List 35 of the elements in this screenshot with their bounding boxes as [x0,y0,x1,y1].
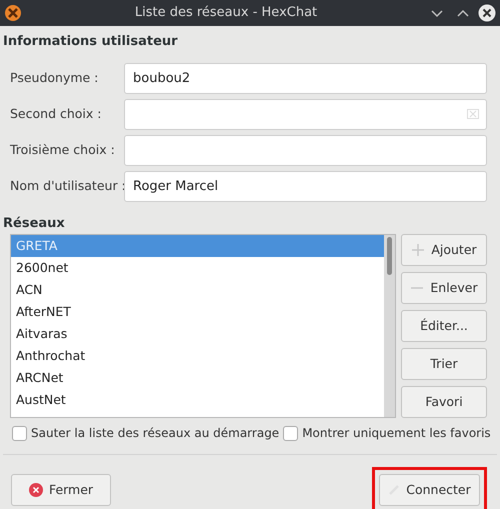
connect-button[interactable]: Connecter [379,474,480,506]
plus-icon [411,243,426,257]
field-label: Troisième choix : [10,141,116,160]
side-button[interactable]: Enlever [401,272,487,304]
side-button[interactable]: Favori [401,386,487,418]
close-button[interactable]: Fermer [11,474,111,506]
side-button[interactable]: Ajouter [401,234,487,266]
network-item[interactable]: AustNet [11,389,384,411]
input-field[interactable]: Roger Marcel [124,171,487,202]
window-title: Liste des réseaux - HexChat [134,4,318,22]
side-button[interactable]: Éditer... [401,310,487,342]
checkbox-label: Sauter la liste des réseaux au démarrage [31,425,280,442]
field-label: Pseudonyme : [10,69,100,88]
network-item[interactable]: ACN [11,279,384,301]
input-field[interactable]: boubou2 [124,63,487,94]
network-item[interactable]: AfterNET [11,301,384,323]
scrollbar[interactable] [384,235,395,417]
clear-icon[interactable] [467,109,479,119]
field-label: Second choix : [10,105,102,124]
checkbox[interactable] [283,426,298,440]
network-item[interactable]: Anthrochat [11,345,384,367]
network-item[interactable]: Aitvaras [11,323,384,345]
checkbox-label: Montrer uniquement les favoris [302,425,491,442]
input-field[interactable] [124,135,487,166]
section-heading: Informations utilisateur [3,33,179,50]
field-label: Nom d'utilisateur : [10,177,124,196]
app-logo-icon [4,4,22,22]
input-field[interactable] [124,99,487,130]
section-heading: Réseaux [3,215,66,232]
side-button[interactable]: Trier [401,348,487,380]
network-item[interactable]: ARCNet [11,367,384,389]
checkbox[interactable] [12,426,27,440]
close-icon[interactable] [478,4,496,22]
cancel-icon [28,483,43,497]
network-item[interactable]: 2600net [11,257,384,279]
